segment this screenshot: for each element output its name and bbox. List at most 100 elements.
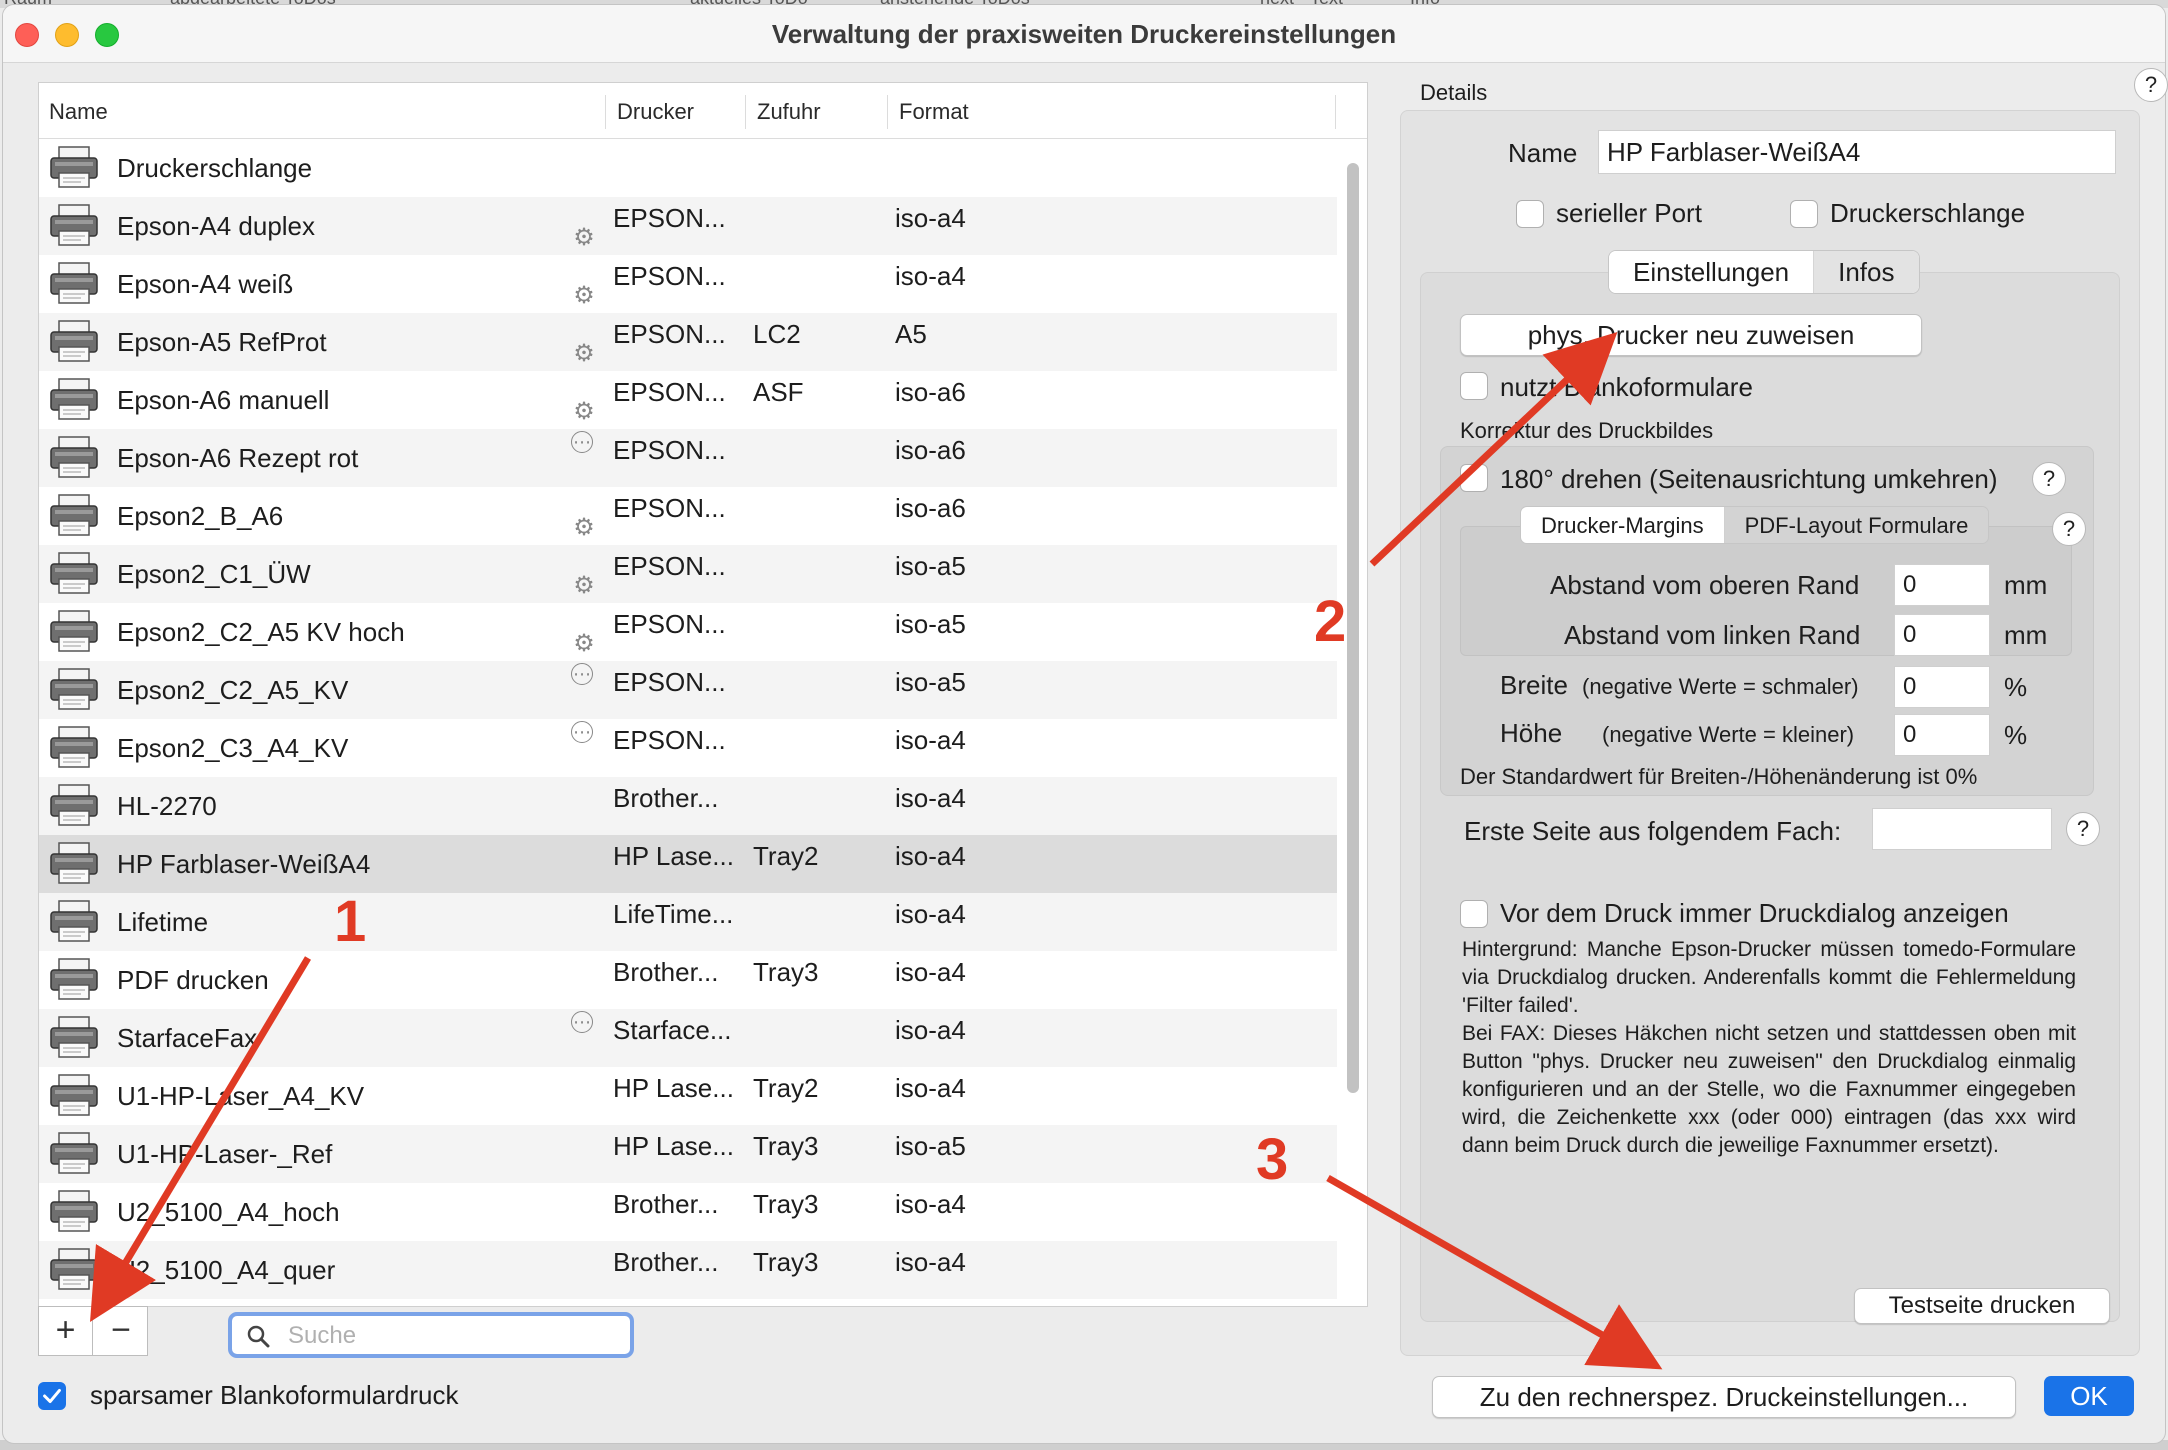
printer-name: U1-HP-Laser_A4_KV	[117, 1081, 365, 1111]
column-header-zufuhr[interactable]: Zufuhr	[757, 99, 821, 125]
more-dots-icon: ⋯	[571, 431, 593, 453]
remove-printer-button[interactable]: −	[94, 1307, 148, 1355]
gear-icon: ⚙	[573, 282, 595, 309]
printer-driver: EPSON...	[613, 725, 726, 755]
printer-driver: HP Lase...	[613, 841, 734, 871]
oben-unit: mm	[2004, 570, 2048, 600]
table-row[interactable]: Epson2_C2_A5_KV ⋯ EPSON... iso-a5	[39, 661, 1337, 719]
column-header-name[interactable]: Name	[49, 99, 108, 125]
blanko-checkbox[interactable]	[1460, 372, 1488, 400]
more-dots-icon: ⋯	[571, 1011, 593, 1033]
printer-format: iso-a6	[895, 493, 966, 523]
table-row[interactable]: Lifetime LifeTime... iso-a4	[39, 893, 1337, 951]
breite-field[interactable]: 0	[1894, 666, 1990, 708]
table-row[interactable]: Druckerschlange	[39, 139, 1337, 197]
printer-name: Epson-A5 RefProt	[117, 327, 327, 357]
printer-tray: ASF	[753, 377, 804, 407]
rotate-label: 180° drehen (Seitenausrichtung umkehren)	[1500, 464, 1998, 494]
printer-format: iso-a4	[895, 1015, 966, 1045]
tab-infos[interactable]: Infos	[1814, 251, 1919, 293]
printer-name: HL-2270	[117, 791, 217, 821]
ok-button[interactable]: OK	[2044, 1376, 2134, 1416]
status-icon	[571, 1095, 597, 1121]
printer-name: PDF drucken	[117, 965, 269, 995]
table-row[interactable]: U2_5100_A4_hoch Brother... Tray3 iso-a4	[39, 1183, 1337, 1241]
rotate-help-button[interactable]: ?	[2032, 462, 2066, 496]
scrollbar-thumb[interactable]	[1347, 163, 1359, 1093]
printer-icon	[50, 842, 98, 884]
table-scrollbar[interactable]	[1339, 143, 1367, 1303]
column-divider	[605, 95, 606, 129]
table-row[interactable]: U1-HP-Laser-_Ref HP Lase... Tray3 iso-a5	[39, 1125, 1337, 1183]
test-page-button[interactable]: Testseite drucken	[1854, 1288, 2110, 1324]
title-bar: Verwaltung der praxisweiten Druckereinst…	[3, 5, 2165, 63]
dialog-label: Vor dem Druck immer Druckdialog anzeigen	[1500, 898, 2009, 928]
table-row[interactable]: U2_5100_A4_quer Brother... Tray3 iso-a4	[39, 1241, 1337, 1299]
printer-icon	[50, 1190, 98, 1232]
table-row[interactable]: Epson-A6 Rezept rot ⋯ EPSON... iso-a6	[39, 429, 1337, 487]
printer-name: StarfaceFax	[117, 1023, 258, 1053]
druckerschlange-checkbox[interactable]	[1790, 200, 1818, 228]
add-printer-button[interactable]: +	[39, 1307, 93, 1355]
help-button[interactable]: ?	[2134, 68, 2168, 102]
hoehe-unit: %	[2004, 720, 2028, 750]
links-field[interactable]: 0	[1894, 614, 1990, 656]
reassign-printer-button[interactable]: phys. Drucker neu zuweisen	[1460, 314, 1922, 356]
margins-help-button[interactable]: ?	[2052, 512, 2086, 546]
printer-tray: Tray2	[753, 1073, 819, 1103]
dialog-checkbox[interactable]	[1460, 900, 1488, 928]
table-row[interactable]: Epson-A5 RefProt ⚙ EPSON... LC2 A5	[39, 313, 1337, 371]
printer-name: Epson2_C3_A4_KV	[117, 733, 349, 763]
table-row[interactable]: Epson2_C3_A4_KV ⋯ EPSON... iso-a4	[39, 719, 1337, 777]
printer-format: iso-a4	[895, 1189, 966, 1219]
margin-subtabs: Drucker-Margins PDF-Layout Formulare	[1520, 506, 1990, 544]
table-row[interactable]: Epson2_C1_ÜW ⚙ EPSON... iso-a5	[39, 545, 1337, 603]
table-row[interactable]: Epson2_B_A6 ⚙ EPSON... iso-a6	[39, 487, 1337, 545]
fach-label: Erste Seite aus folgendem Fach:	[1464, 816, 1842, 846]
more-dots-icon: ⋯	[571, 663, 593, 685]
rechner-settings-button[interactable]: Zu den rechnerspez. Druckeinstellungen..…	[1432, 1376, 2016, 1418]
sparsam-checkbox[interactable]	[38, 1382, 66, 1410]
table-row[interactable]: Epson-A4 weiß ⚙ EPSON... iso-a4	[39, 255, 1337, 313]
column-header-drucker[interactable]: Drucker	[617, 99, 694, 125]
printer-driver: HP Lase...	[613, 1073, 734, 1103]
search-input[interactable]: Suche	[228, 1312, 634, 1358]
printer-icon	[50, 900, 98, 942]
fach-field[interactable]	[1872, 808, 2052, 850]
status-icon	[571, 1153, 597, 1179]
printer-format: iso-a5	[895, 551, 966, 581]
breite-unit: %	[2004, 672, 2028, 702]
printer-icon	[50, 1248, 98, 1290]
name-field[interactable]: HP Farblaser-WeißA4	[1598, 130, 2116, 174]
oben-field[interactable]: 0	[1894, 564, 1990, 606]
tab-einstellungen[interactable]: Einstellungen	[1609, 251, 1815, 293]
printer-icon	[50, 726, 98, 768]
table-row[interactable]: U1-HP-Laser_A4_KV HP Lase... Tray2 iso-a…	[39, 1067, 1337, 1125]
breite-label: Breite	[1500, 670, 1568, 700]
fach-help-button[interactable]: ?	[2066, 812, 2100, 846]
printer-format: iso-a5	[895, 667, 966, 697]
table-row[interactable]: Epson-A6 manuell ⚙ EPSON... ASF iso-a6	[39, 371, 1337, 429]
printer-driver: EPSON...	[613, 609, 726, 639]
hoehe-field[interactable]: 0	[1894, 714, 1990, 756]
printer-icon	[50, 958, 98, 1000]
details-tabs: Einstellungen Infos	[1608, 250, 1920, 294]
table-row[interactable]: PDF drucken Brother... Tray3 iso-a4	[39, 951, 1337, 1009]
printer-driver: EPSON...	[613, 377, 726, 407]
printer-icon	[50, 146, 98, 188]
printer-icon	[50, 1132, 98, 1174]
printer-name: Epson-A6 manuell	[117, 385, 330, 415]
status-icon	[571, 921, 597, 947]
column-divider	[745, 95, 746, 129]
status-icon	[571, 1269, 597, 1295]
rotate-checkbox[interactable]	[1460, 464, 1488, 492]
column-header-format[interactable]: Format	[899, 99, 969, 125]
seriell-checkbox[interactable]	[1516, 200, 1544, 228]
table-row[interactable]: Epson2_C2_A5 KV hoch ⚙ EPSON... iso-a5	[39, 603, 1337, 661]
table-row[interactable]: HP Farblaser-WeißA4 HP Lase... Tray2 iso…	[39, 835, 1337, 893]
table-row[interactable]: StarfaceFax ⋯ Starface... iso-a4	[39, 1009, 1337, 1067]
table-row[interactable]: Epson-A4 duplex ⚙ EPSON... iso-a4	[39, 197, 1337, 255]
subtab-pdf-layout[interactable]: PDF-Layout Formulare	[1724, 507, 1989, 543]
subtab-drucker-margins[interactable]: Drucker-Margins	[1521, 507, 1725, 543]
table-row[interactable]: HL-2270 Brother... iso-a4	[39, 777, 1337, 835]
